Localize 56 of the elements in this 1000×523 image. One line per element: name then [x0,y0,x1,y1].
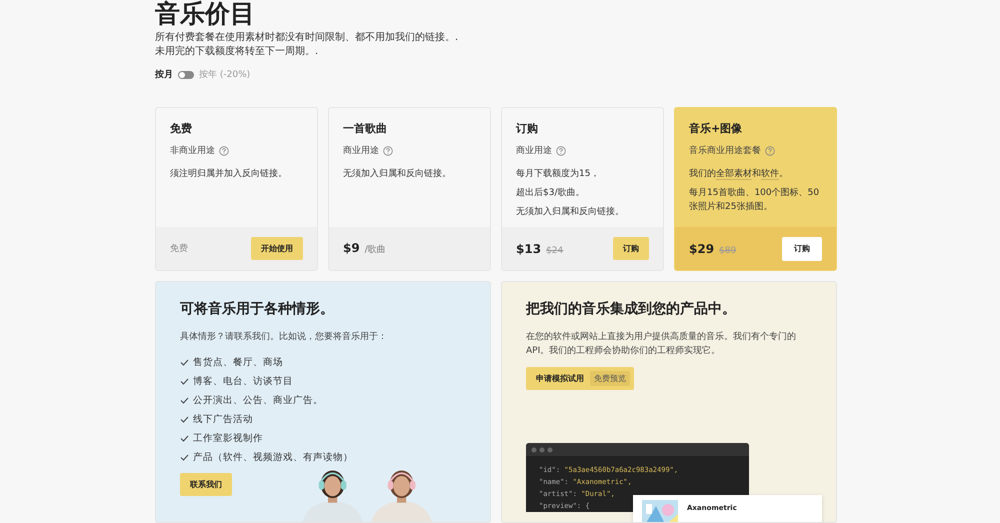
plan-description: 超出后$3/歌曲。 [516,186,586,200]
page-title: 音乐价目 [155,0,255,28]
plan-description: 无须加入归属和反向链接。 [516,206,625,219]
check-icon [180,396,189,405]
help-icon [765,146,775,156]
plan-button[interactable]: 订购 [613,237,649,260]
panel-text: 具体情形？请联系我们。比如说，您要将音乐用于： [180,330,388,344]
window-dots-icon [531,446,553,452]
billing-toggle[interactable] [178,70,194,78]
use-case-text: 产品（软件、视频游戏、有声读物） [193,451,353,464]
usage-text: 非商业用途 [170,144,215,157]
plan-name: 音乐+图像 [689,121,744,136]
subtitle-text: 所有付费套餐在使用素材时都没有时间限制、都不用加我们的链接。. [155,31,460,45]
demo-button[interactable]: 申请模拟试用 免费预览 [526,367,634,390]
plan-description: 须注明归属并加入反向链接。 [170,168,288,181]
plan-link[interactable]: 软件 [761,169,779,180]
price-amount: $9 [343,241,360,255]
free-preview-badge: 免费预览 [590,371,630,386]
check-icon [180,415,189,424]
use-case-text: 博客、电台、访谈节目 [193,375,293,388]
old-price: $24 [546,246,564,256]
plan-name: 订购 [516,121,539,136]
plan-button[interactable]: 开始使用 [251,237,303,260]
check-icon [180,377,189,386]
contact-button[interactable]: 联系我们 [180,473,232,496]
panel-title: 把我们的音乐集成到您的产品中。 [526,300,737,319]
check-icon [180,453,189,462]
subtitle-text: 未用完的下载额度将转至下一周期。. [155,45,320,59]
price-text: 免费 [170,242,188,255]
price-unit: /歌曲 [364,244,386,256]
plan-link[interactable]: 全部素材 [716,169,752,180]
help-icon [219,146,229,156]
check-icon [180,358,189,367]
usage-text: 商业用途 [516,144,552,157]
price-amount: $29 [689,242,714,256]
price-amount: $13 [516,242,542,256]
plan-description: 每月下载额度为15， [516,168,600,181]
panel-title: 可将音乐用于各种情形。 [180,300,335,319]
help-icon [556,146,566,156]
monthly-label[interactable]: 按月 [155,68,173,81]
use-case-text: 售货点、餐厅、商场 [193,356,283,369]
plan-name: 免费 [170,121,193,136]
use-case-text: 公开演出、公告、商业广告。 [193,394,323,407]
plan-description: 我们的全部素材和软件。 [689,168,789,181]
check-icon [180,434,189,443]
plan-button[interactable]: 订购 [782,236,822,260]
use-case-text: 工作室影视制作 [193,432,263,445]
plan-description: 每月15首歌曲、100个图标、50张照片和25张插图。 [689,186,820,214]
old-price: $89 [719,246,736,256]
use-case-text: 线下广告活动 [193,413,253,426]
plan-description: 无须加入归属和反向链接。 [343,168,452,181]
help-icon [383,146,393,156]
usage-text: 音乐商业用途套餐 [689,144,761,157]
panel-text: 在您的软件或网站上直接为用户提供高质量的音乐。我们有个专门的API。我们的工程师会协助你们的工程师实现它。 [526,330,797,358]
usage-text: 商业用途 [343,144,379,157]
plan-name: 一首歌曲 [343,121,388,136]
